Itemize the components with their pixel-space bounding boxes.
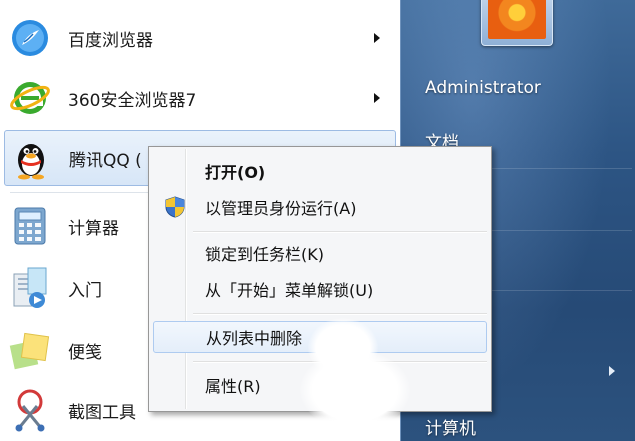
menu-item-unpin-start[interactable]: 从「开始」菜单解锁(U) [153,273,487,305]
flower-picture-icon [488,0,546,39]
program-label: 百度浏览器 [68,30,153,51]
getting-started-icon [8,266,52,310]
menu-item-run-as-admin[interactable]: 以管理员身份运行(A) [153,191,487,223]
menu-item-label: 从列表中删除 [206,329,303,348]
program-item-baidu-browser[interactable]: 百度浏览器 [4,10,396,66]
menu-separator [193,313,487,315]
qq-penguin-icon [9,136,53,180]
menu-separator [193,231,487,233]
program-label: 便笺 [68,342,102,363]
menu-item-label: 打开(O) [205,163,266,182]
menu-item-label: 以管理员身份运行(A) [205,199,357,218]
submenu-arrow-icon[interactable] [609,366,615,376]
user-name-link[interactable]: Administrator [425,78,541,98]
menu-item-label: 从「开始」菜单解锁(U) [205,281,374,300]
sticky-notes-icon [8,328,52,372]
uac-shield-icon [165,196,185,218]
submenu-arrow-icon[interactable] [374,33,380,43]
program-label: 入门 [68,280,102,301]
program-label: 腾讯QQ ( [69,150,142,171]
blur-overlay [300,350,410,430]
computer-link[interactable]: 计算机 [425,414,476,439]
program-item-360-browser[interactable]: 360安全浏览器7 [4,70,396,126]
360-browser-icon [8,76,52,120]
snipping-tool-icon [8,388,52,432]
program-label: 360安全浏览器7 [68,90,197,111]
baidu-browser-icon [8,16,52,60]
program-label: 截图工具 [68,402,136,423]
user-avatar[interactable] [481,0,553,46]
menu-item-pin-taskbar[interactable]: 锁定到任务栏(K) [153,237,487,269]
calculator-icon [8,204,52,248]
menu-item-open[interactable]: 打开(O) [153,155,487,187]
menu-item-label: 锁定到任务栏(K) [205,245,324,264]
menu-item-label: 属性(R) [205,377,261,396]
submenu-arrow-icon[interactable] [374,93,380,103]
program-label: 计算器 [68,218,119,239]
